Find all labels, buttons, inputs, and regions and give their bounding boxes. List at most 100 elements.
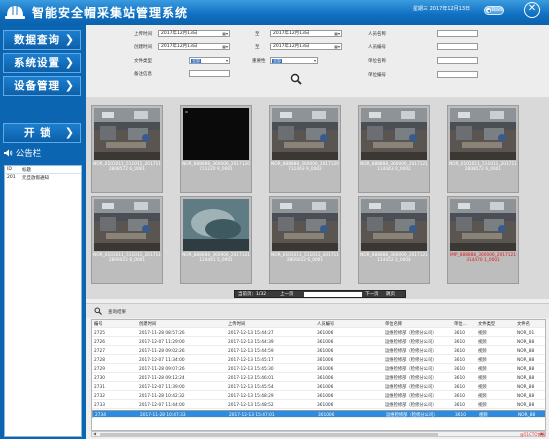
importance-select[interactable]: 全部 ▾ [270, 57, 318, 64]
table-cell: 361006 [317, 384, 334, 390]
table-cell: 2728 [94, 357, 105, 363]
calendar-dropdown-icon: ▦▾ [334, 31, 340, 36]
table-cell: 2726 [94, 339, 105, 345]
person-name-input[interactable] [437, 30, 478, 37]
back-arrow-icon: ◀ [486, 8, 491, 13]
gallery-card[interactable]: NOR_888888_360006_2017121114452 2_0004 [358, 196, 430, 284]
menu-data-query-button[interactable]: 数据查询 ❯ [3, 30, 81, 50]
page-indicator: 当前页：1/32 [238, 292, 267, 297]
thumbnail-image [272, 199, 338, 251]
file-type-select[interactable]: 全部 ▾ [189, 57, 230, 64]
prev-page-button[interactable]: 上一页 [280, 292, 294, 297]
unit-name-input[interactable] [437, 57, 478, 64]
gallery-card[interactable]: NOR_0101011_511011_2017112809022 6_0001 [91, 196, 163, 284]
table-row[interactable]: 2728 2017-12-07 11:34:00 2017-12-13 15:45:… [92, 356, 545, 364]
column-header: 编号 [94, 321, 103, 327]
next-page-button[interactable]: 下一页 [365, 292, 379, 297]
table-row[interactable]: 2725 2017-11-28 08:57:26 2017-12-13 15:44:… [92, 329, 545, 337]
gallery-card[interactable]: IMP_888888_360006_2017121314470 1_0001 [447, 196, 519, 284]
table-row[interactable]: 2727 2017-11-28 09:02:26 2017-12-13 15:44:… [92, 347, 545, 355]
notice-col-title: 标题 [22, 168, 31, 173]
results-label: 查询结果 [108, 310, 126, 315]
table-row[interactable]: 2734 2017-11-28 10:47:33 2017-12-13 15:47:… [92, 410, 545, 418]
table-cell: 2732 [94, 393, 105, 399]
gallery-card[interactable]: NOR_888888_360006_2017121114443 0_0002 [358, 105, 430, 193]
close-button[interactable]: ✕ [524, 2, 540, 18]
unit-name-label: 单位名称 [368, 59, 386, 64]
notice-col-id: ID [7, 167, 12, 172]
sidebar: 数据查询 ❯ 系统设置 ❯ 设备管理 ❯ 开 锁 ❯ 公告栏 ID 标题 201… [0, 25, 86, 439]
table-cell: 视频 [478, 393, 487, 399]
table-cell: 运维检修部（检修分公司） [385, 339, 437, 345]
gallery-card[interactable]: NOR_0101011_511011_2017112808572 6_0001 [447, 105, 519, 193]
column-header: 人员编号 [317, 321, 335, 327]
table-header-row: 编号 创建时间 上传时间 人员编号 单位名称 单位... 文件类型 文件名 [92, 320, 545, 328]
table-row[interactable]: 2729 2017-11-28 09:07:26 2017-12-13 15:45:… [92, 365, 545, 373]
table-cell: 361006 [317, 366, 334, 372]
thumbnail-image [94, 108, 160, 160]
remark-label: 备注信息 [134, 72, 152, 77]
thumbnail-caption: NOR_888888_360006_2017120711220 9_0001 [182, 162, 250, 172]
menu-system-settings-button[interactable]: 系统设置 ❯ [3, 53, 81, 73]
column-header: 文件名 [517, 321, 530, 327]
results-header: 查询结果 [86, 303, 549, 318]
table-cell: 361006 [317, 402, 334, 408]
gallery-card[interactable]: NOR_888888_360006_2017120711220 9_0001 [180, 105, 252, 193]
table-row[interactable]: 2732 2017-11-28 10:42:32 2017-12-13 15:48:… [92, 392, 545, 400]
table-row[interactable]: 2726 2017-12-07 11:29:00 2017-12-13 15:44:… [92, 338, 545, 346]
search-icon[interactable] [290, 73, 302, 85]
notice-table-header: ID 标题 [5, 166, 81, 174]
table-cell: NOR_88 [517, 339, 535, 345]
table-cell: 3610 [454, 402, 465, 408]
unlock-button[interactable]: 开 锁 ❯ [3, 123, 81, 143]
table-cell: 运维检修部（检修分公司） [385, 375, 437, 381]
horizontal-scrollbar[interactable]: ◀ ▶ [91, 431, 546, 437]
notice-row[interactable]: 201 元旦放假通知 [5, 174, 81, 182]
person-id-input[interactable] [437, 43, 478, 50]
table-cell: 2727 [94, 348, 105, 354]
table-cell: 视频 [478, 384, 487, 390]
table-cell: 361006 [317, 357, 334, 363]
table-row[interactable]: 2733 2017-12-07 11:44:00 2017-12-13 15:48:… [92, 401, 545, 409]
table-cell: NOR_88 [517, 384, 535, 390]
table-cell: 视频 [479, 412, 488, 418]
back-button[interactable]: ◀ Back [484, 6, 504, 15]
gallery-card[interactable]: NOR_0101011_511011_2017112809022 6_0001 [269, 196, 341, 284]
gallery-card[interactable]: NOR_0101011_511011_2017112808572 6_0001 [91, 105, 163, 193]
menu-device-management-button[interactable]: 设备管理 ❯ [3, 76, 81, 96]
person-name-label: 人员名称 [368, 32, 386, 37]
upload-to-date[interactable]: 2017年12月13日 ▦▾ [270, 30, 342, 37]
table-cell: 2017-12-13 15:44:39 [228, 339, 274, 345]
chevron-right-icon: ❯ [64, 126, 75, 139]
jump-page-button[interactable]: 跳页 [386, 292, 395, 297]
create-from-date[interactable]: 2017年12月13日 ▦▾ [158, 43, 230, 50]
unit-id-input[interactable] [437, 71, 478, 78]
page-jump-input[interactable] [304, 292, 362, 297]
table-cell: 3610 [454, 348, 465, 354]
thumbnail-caption: NOR_888888_360006_2017120711443 9_0002 [271, 162, 339, 172]
table-row[interactable]: 2731 2017-12-07 11:39:00 2017-12-13 15:45:… [92, 383, 545, 391]
create-to-date[interactable]: 2017年12月13日 ▦▾ [270, 43, 342, 50]
importance-value: 全部 [272, 58, 282, 63]
remark-input[interactable] [189, 70, 230, 77]
to-label: 至 [255, 32, 260, 37]
upload-from-value: 2017年12月13日 [161, 31, 198, 36]
unit-id-label: 单位编号 [368, 73, 386, 78]
upload-from-date[interactable]: 2017年12月13日 ▦▾ [158, 30, 230, 37]
notice-table: ID 标题 201 元旦放假通知 [4, 165, 82, 437]
table-cell: 2017-12-13 15:48:52 [228, 402, 274, 408]
thumbnail-image [183, 199, 249, 251]
table-row[interactable]: 2730 2017-11-28 09:12:24 2017-12-13 15:46:… [92, 374, 545, 382]
scrollbar-thumb[interactable] [100, 433, 438, 436]
table-cell: 运维检修部（检修分公司） [385, 348, 437, 354]
table-cell: 3610 [454, 384, 465, 390]
table-cell: NOR_88 [517, 402, 535, 408]
table-cell: 视频 [478, 357, 487, 363]
gallery-card[interactable]: NOR_888888_360006_2017121114441 5_0001 [180, 196, 252, 284]
table-cell: 2017-11-28 10:47:33 [140, 412, 186, 418]
speaker-icon [4, 149, 13, 157]
chevron-right-icon: ❯ [64, 79, 75, 92]
gallery-card[interactable]: NOR_888888_360006_2017120711443 9_0002 [269, 105, 341, 193]
pagination-bar: 当前页：1/32 上一页 下一页 跳页 [234, 290, 406, 298]
scroll-left-icon[interactable]: ◀ [93, 431, 96, 436]
